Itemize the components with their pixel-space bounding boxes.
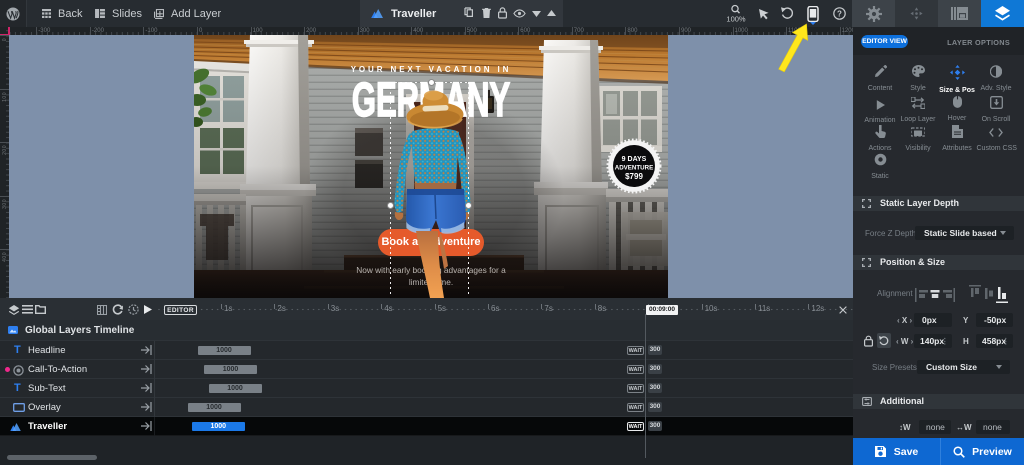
svg-text:100%: 100% [726,15,746,24]
svg-text:?: ? [837,9,842,18]
